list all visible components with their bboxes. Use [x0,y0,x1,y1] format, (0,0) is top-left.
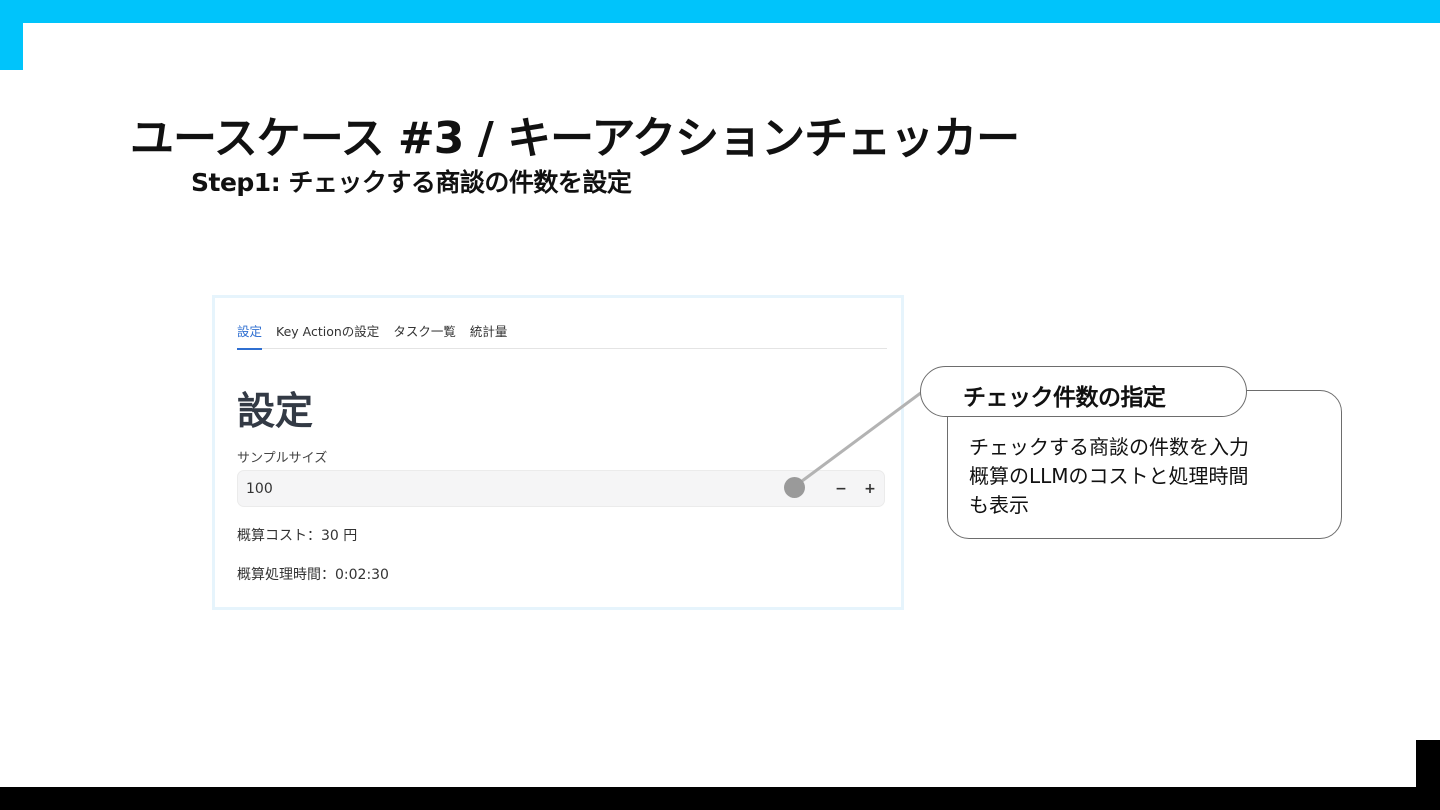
callout-line-3: も表示 [969,493,1029,517]
callout-line-2: 概算のLLMのコストと処理時間 [969,464,1249,488]
bottom-bar [0,787,1440,810]
callout-marker-dot [784,477,805,498]
callout-title: チェック件数の指定 [963,385,1166,411]
callout-description: チェックする商談の件数を入力 概算のLLMのコストと処理時間 も表示 [969,433,1249,520]
bottom-right-accent-block [1416,740,1440,787]
callout-line-1: チェックする商談の件数を入力 [969,435,1249,459]
callout-title-pill: チェック件数の指定 [920,366,1247,417]
